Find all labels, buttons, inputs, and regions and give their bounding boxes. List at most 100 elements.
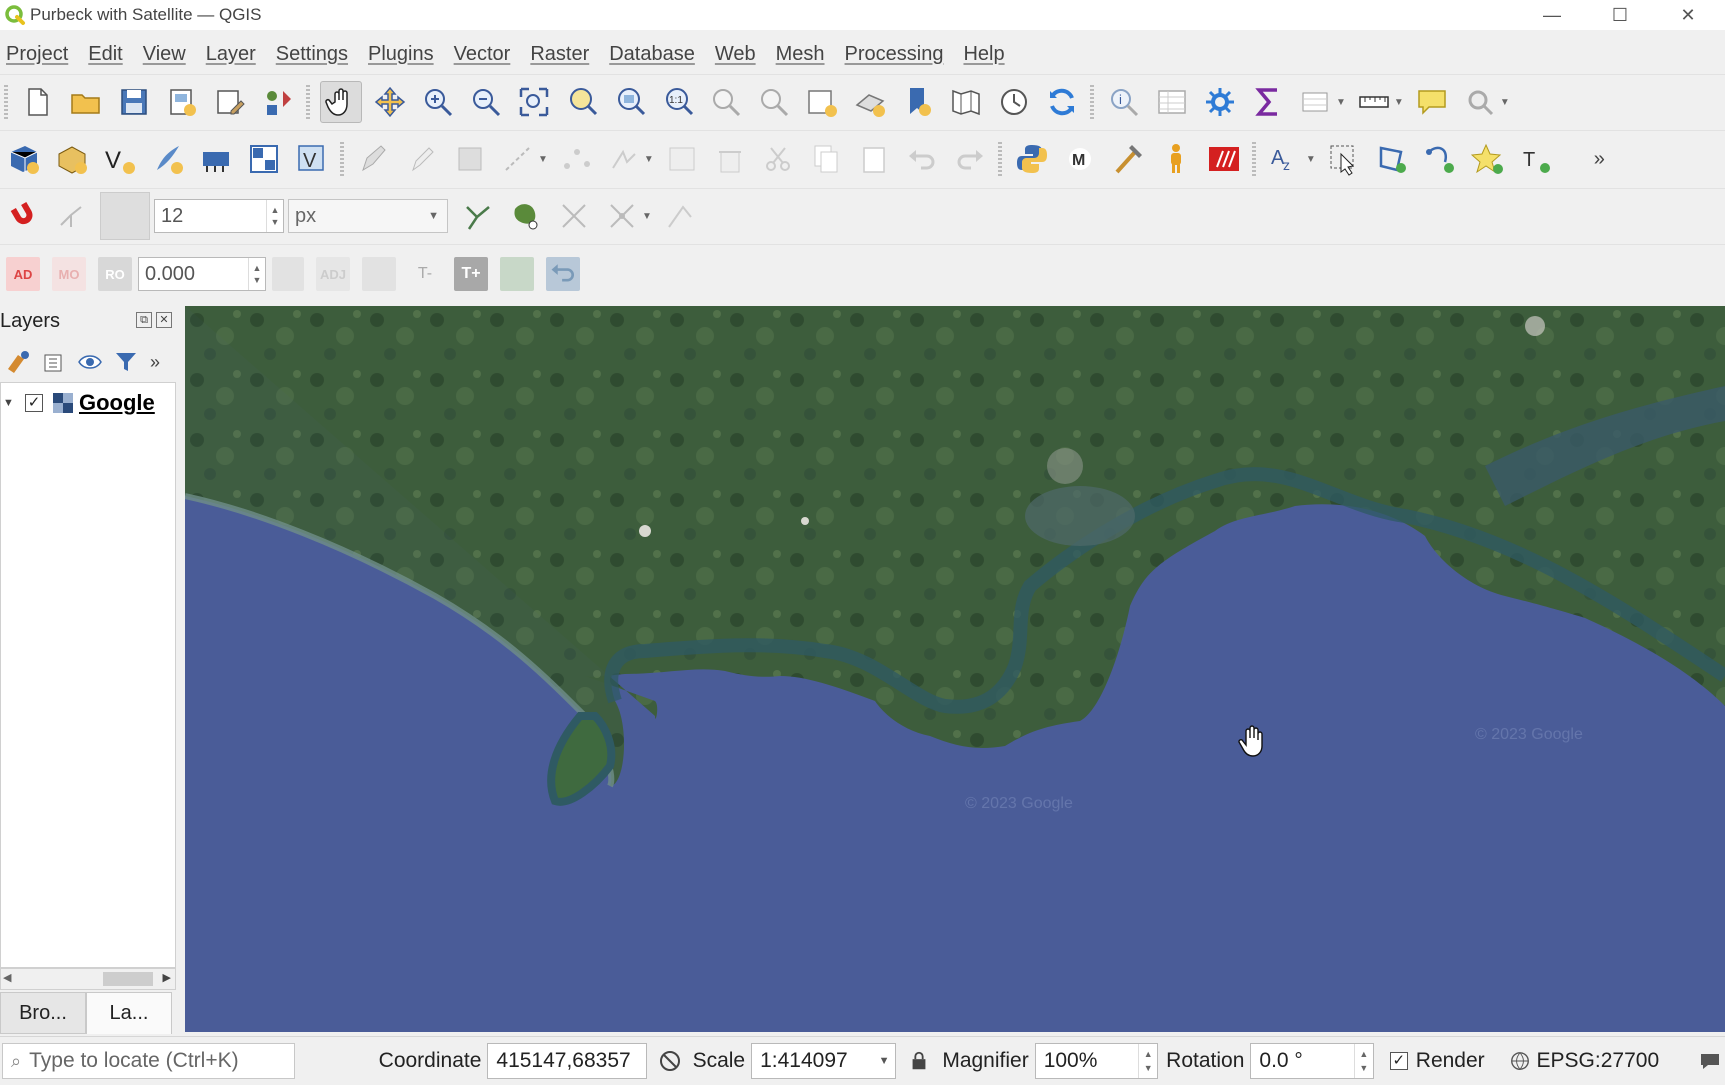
pan-map-icon[interactable] — [320, 81, 362, 123]
processing-toolbox-icon[interactable] — [1200, 82, 1240, 122]
label-show-hide-button[interactable] — [500, 257, 534, 291]
cut-features-icon[interactable] — [758, 139, 798, 179]
menu-vector[interactable]: Vector — [454, 43, 511, 66]
build-tool-hammer-icon[interactable] — [1108, 139, 1148, 179]
render-checkbox[interactable]: ✓ — [1389, 1052, 1408, 1070]
toolbar-grip[interactable] — [306, 85, 310, 119]
chevron-down-icon[interactable]: ▼ — [538, 154, 548, 165]
new-print-layout-icon[interactable] — [162, 82, 202, 122]
save-project-icon[interactable] — [114, 82, 154, 122]
pan-to-selection-icon[interactable] — [370, 82, 410, 122]
menu-view[interactable]: View — [143, 43, 186, 66]
tracing-icon[interactable] — [602, 196, 642, 236]
label-pin-button[interactable] — [362, 257, 396, 291]
snap-on-intersection-icon[interactable] — [506, 196, 546, 236]
scale-combo[interactable]: 1:414097 ▼ — [751, 1043, 897, 1079]
show-bookmarks-icon[interactable] — [946, 82, 986, 122]
menu-settings[interactable]: Settings — [276, 43, 348, 66]
add-polygon-node-icon[interactable] — [1372, 139, 1412, 179]
spinbox-arrows[interactable]: ▲ ▼ — [266, 200, 283, 232]
toolbar-grip[interactable] — [340, 142, 344, 176]
zoom-native-resolution-icon[interactable]: 1:1 — [658, 82, 698, 122]
spinbox-arrows[interactable]: ▲ ▼ — [248, 258, 265, 290]
map-tips-icon[interactable] — [1412, 82, 1452, 122]
vertex-tool-icon[interactable] — [556, 139, 596, 179]
attribute-table-dropdown-icon[interactable] — [1296, 82, 1336, 122]
redo-icon[interactable] — [950, 139, 990, 179]
chevron-down-icon[interactable]: ▼ — [1306, 154, 1316, 165]
filter-legend-icon[interactable] — [110, 346, 142, 378]
menu-help[interactable]: Help — [963, 43, 1004, 66]
menu-web[interactable]: Web — [715, 43, 756, 66]
label-settings-icon[interactable]: Az — [1266, 139, 1306, 179]
label-ad-button[interactable]: AD — [6, 257, 40, 291]
label-adj-button[interactable]: ADJ — [316, 257, 350, 291]
mapswipe-plugin-icon[interactable]: M — [1060, 139, 1100, 179]
locator-search-input[interactable]: ⌕ Type to locate (Ctrl+K) — [2, 1043, 295, 1079]
select-features-icon[interactable] — [1324, 139, 1364, 179]
scroll-left-icon[interactable]: ◀ — [3, 971, 11, 984]
label-t-plus-button[interactable]: T+ — [454, 257, 488, 291]
snapping-tolerance-spinbox[interactable]: 12 ▲ ▼ — [154, 199, 284, 233]
layer-visibility-checkbox[interactable]: ✓ — [25, 394, 43, 412]
identify-features-icon[interactable]: i — [1104, 82, 1144, 122]
open-attribute-table-icon[interactable] — [1152, 82, 1192, 122]
lock-scale-icon[interactable] — [904, 1046, 934, 1076]
zoom-out-icon[interactable] — [466, 82, 506, 122]
add-raster-layer-icon[interactable] — [244, 139, 284, 179]
coordinate-field[interactable]: 415147,68357 — [487, 1043, 647, 1079]
new-spatialite-layer-icon[interactable] — [148, 139, 188, 179]
menu-layer[interactable]: Layer — [206, 43, 256, 66]
minimize-button[interactable]: — — [1518, 0, 1586, 30]
snapping-units-select[interactable]: px ▼ — [288, 199, 448, 233]
horizontal-scrollbar[interactable]: ◀ ▶ — [0, 968, 176, 990]
data-source-manager-icon[interactable] — [4, 139, 44, 179]
measure-line-icon[interactable] — [1354, 82, 1394, 122]
toolbar-grip[interactable] — [1251, 142, 1256, 176]
topological-editing-icon[interactable] — [458, 196, 498, 236]
edit-tool-icon[interactable] — [604, 139, 644, 179]
new-3d-map-view-icon[interactable] — [850, 82, 890, 122]
new-geopackage-layer-icon[interactable] — [52, 139, 92, 179]
zoom-in-icon[interactable] — [418, 82, 458, 122]
expand-arrow-icon[interactable]: ▼ — [3, 397, 17, 409]
avoid-overlap-icon[interactable] — [660, 196, 700, 236]
menu-processing[interactable]: Processing — [845, 43, 944, 66]
add-text-annotation-icon[interactable]: T — [1516, 139, 1556, 179]
new-project-icon[interactable] — [18, 82, 58, 122]
rotation-spinbox[interactable]: 0.0 ° ▲ ▼ — [1250, 1043, 1374, 1079]
label-undo-icon[interactable] — [546, 257, 580, 291]
delete-selected-icon[interactable] — [710, 139, 750, 179]
chevron-down-icon[interactable]: ▼ — [1394, 97, 1404, 108]
style-manager-icon[interactable] — [258, 82, 298, 122]
menu-project[interactable]: Project — [6, 43, 68, 66]
label-ro-button[interactable]: RO — [98, 257, 132, 291]
toggle-extents-icon[interactable] — [655, 1046, 685, 1076]
add-vector-layer-icon[interactable]: V — [292, 139, 332, 179]
spinbox-arrows[interactable]: ▲ ▼ — [1353, 1044, 1373, 1078]
label-t-minus-button[interactable]: T- — [408, 257, 442, 291]
toolbar-grip[interactable] — [4, 85, 8, 119]
locate-gear-icon[interactable] — [1460, 82, 1500, 122]
snapping-layers-icon[interactable] — [52, 196, 92, 236]
temporal-controller-icon[interactable] — [994, 82, 1034, 122]
layer-item-google[interactable]: ▼ ✓ Google — [1, 389, 155, 417]
toolbar-overflow-icon[interactable]: » — [1594, 148, 1605, 171]
messages-icon[interactable] — [1695, 1046, 1725, 1076]
self-snapping-icon[interactable] — [554, 196, 594, 236]
toolbar-grip[interactable] — [1090, 85, 1094, 119]
crs-globe-icon[interactable] — [1505, 1046, 1535, 1076]
magnifier-spinbox[interactable]: 100% ▲ ▼ — [1034, 1043, 1159, 1079]
panel-overflow-icon[interactable]: » — [150, 352, 160, 373]
close-panel-icon[interactable]: ✕ — [156, 312, 172, 328]
spinbox-arrows[interactable]: ▲ ▼ — [1138, 1044, 1157, 1078]
current-edits-icon[interactable] — [354, 139, 394, 179]
label-option-button[interactable] — [272, 257, 304, 291]
tab-layers[interactable]: La... — [86, 992, 172, 1034]
toolbar-grip[interactable] — [997, 142, 1002, 176]
new-shapefile-layer-icon[interactable]: V — [100, 139, 140, 179]
menu-mesh[interactable]: Mesh — [776, 43, 825, 66]
add-node-curve-icon[interactable] — [1420, 139, 1460, 179]
float-panel-icon[interactable]: ⧉ — [136, 312, 152, 328]
zoom-last-icon[interactable] — [706, 82, 746, 122]
